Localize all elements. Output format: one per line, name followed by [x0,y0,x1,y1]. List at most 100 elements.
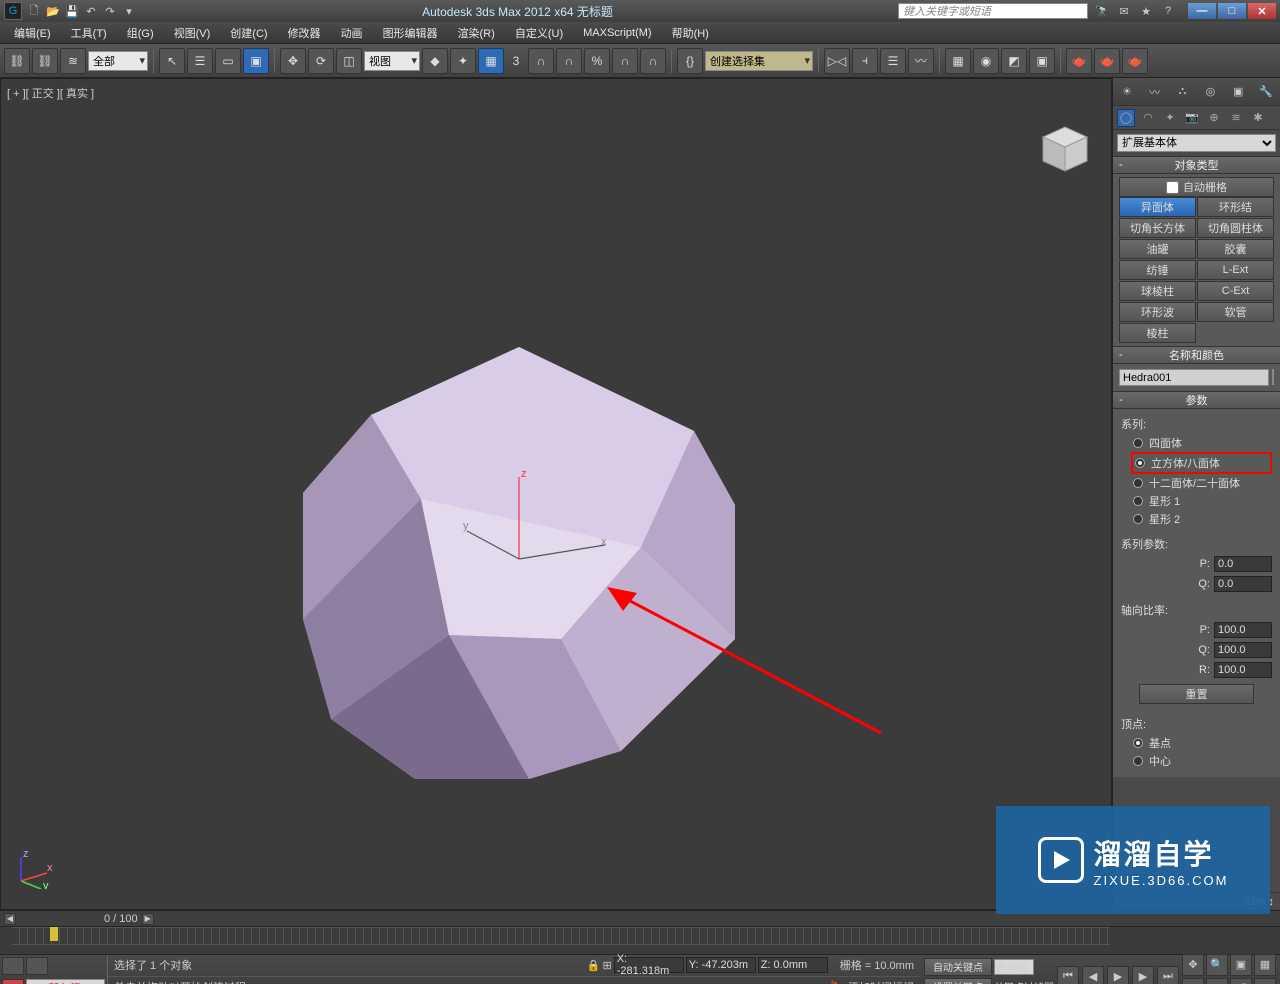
angle-snap-icon[interactable]: 3 [506,48,526,74]
p-spinner[interactable]: ▲▼ [1214,556,1272,572]
timeline-ticks[interactable] [12,927,1110,945]
qat-more-icon[interactable]: ▾ [121,3,137,19]
select-region-window-icon[interactable]: ▣ [243,48,269,74]
close-button[interactable]: ✕ [1248,3,1276,19]
hose-button[interactable]: 软管 [1197,302,1274,322]
select-manipulate-icon[interactable]: ✦ [450,48,476,74]
object-name-input[interactable] [1119,369,1269,386]
layers-icon[interactable]: ☰ [880,48,906,74]
play-next-icon[interactable]: ▶ [1132,966,1154,984]
menu-tools[interactable]: 工具(T) [61,22,117,43]
axq-spinner[interactable]: ▲▼ [1214,642,1272,658]
cameras-tab-icon[interactable]: 📷 [1183,109,1201,127]
gengon-button[interactable]: 球棱柱 [1119,281,1196,301]
snap-3-icon[interactable]: ∩ [612,48,638,74]
geometry-tab-icon[interactable]: ◯ [1117,109,1135,127]
category-dropdown[interactable]: 扩展基本体 [1117,134,1276,152]
menu-animation[interactable]: 动画 [331,22,373,43]
script-min-icon[interactable] [2,957,24,975]
rollout-header-parameters[interactable]: 参数 [1113,391,1280,409]
script-listener-icon[interactable] [26,957,48,975]
menu-maxscript[interactable]: MAXScript(M) [573,22,661,43]
menu-views[interactable]: 视图(V) [164,22,221,43]
family-dodec-icos-radio[interactable]: 十二面体/二十面体 [1121,474,1272,492]
axp-spinner[interactable]: ▲▼ [1214,622,1272,638]
time-prev-icon[interactable]: ◀ [4,913,16,925]
snap-toggle-icon[interactable]: ▦ [478,48,504,74]
coord-y-field[interactable]: Y: -47.203m [686,957,756,973]
spacewarps-tab-icon[interactable]: ≋ [1227,109,1245,127]
vertex-base-radio[interactable]: 基点 [1121,734,1272,752]
qat-open-icon[interactable]: 📂 [45,3,61,19]
axr-spinner[interactable]: ▲▼ [1214,662,1272,678]
coord-x-field[interactable]: X: -281.318m [614,957,684,973]
link-icon[interactable]: ⛓ [4,48,30,74]
select-icon[interactable]: ↖ [159,48,185,74]
play-end-icon[interactable]: ⏭ [1157,966,1179,984]
family-cube-octa-radio[interactable]: 立方体/八面体 [1133,454,1270,472]
coord-z-field[interactable]: Z: 0.0mm [758,957,828,973]
auto-grid-checkbox[interactable] [1166,181,1179,194]
menu-group[interactable]: 组(G) [117,22,164,43]
material-editor-icon[interactable]: ◉ [973,48,999,74]
hierarchy-icon[interactable]: ⛬ [1174,83,1192,101]
minimize-button[interactable]: — [1188,3,1216,19]
frame-indicator[interactable]: 0 / 100 [104,913,138,925]
script-rec-icon[interactable] [2,979,24,984]
prism-button[interactable]: 棱柱 [1119,323,1196,343]
unlink-icon[interactable]: ⛓ [32,48,58,74]
helpers-tab-icon[interactable]: ⊕ [1205,109,1223,127]
select-region-rect-icon[interactable]: ▭ [215,48,241,74]
shapes-tab-icon[interactable]: ◠ [1139,109,1157,127]
auto-grid-toggle[interactable]: 自动栅格 [1119,177,1274,197]
pivot-icon[interactable]: ◆ [422,48,448,74]
maximize-button[interactable]: □ [1218,3,1246,19]
hedra-button[interactable]: 异面体 [1119,197,1196,217]
display-icon[interactable]: ▣ [1229,83,1247,101]
nav-zoomext-icon[interactable]: ▦ [1254,954,1276,976]
help-search-input[interactable]: 键入关键字或短语 [898,3,1088,19]
star-icon[interactable]: ★ [1138,3,1154,19]
coord-toggle-icon[interactable]: ⊞ [603,959,612,972]
scale-icon[interactable]: ◫ [336,48,362,74]
qat-save-icon[interactable]: 💾 [64,3,80,19]
nav-orbit-icon[interactable]: ⟲ [1182,978,1204,984]
bind-spacewarp-icon[interactable]: ≋ [60,48,86,74]
family-star1-radio[interactable]: 星形 1 [1121,492,1272,510]
qat-redo-icon[interactable]: ↷ [102,3,118,19]
schematic-icon[interactable]: ▦ [945,48,971,74]
family-tetra-radio[interactable]: 四面体 [1121,434,1272,452]
lock-icon[interactable]: 🔒 [587,959,601,972]
render-iterative-icon[interactable]: 🫖 [1094,48,1120,74]
viewport-canvas[interactable]: z y x [1,79,1061,909]
chamfercyl-button[interactable]: 切角圆柱体 [1197,218,1274,238]
render-frame-icon[interactable]: ▣ [1029,48,1055,74]
named-sets-icon[interactable]: {} [677,48,703,74]
key-filter-label[interactable]: 关键点过滤器 [994,979,1054,984]
rotate-icon[interactable]: ⟳ [308,48,334,74]
menu-rendering[interactable]: 渲染(R) [448,22,505,43]
spindle-button[interactable]: 纺锤 [1119,260,1196,280]
reference-coord-combo[interactable]: 视图 [364,51,420,71]
app-logo[interactable]: G [4,2,22,20]
nav-roll-icon[interactable]: ⤢ [1230,978,1252,984]
add-time-tag[interactable]: 添加时间标记 [848,979,914,984]
menu-modifiers[interactable]: 修改器 [278,22,331,43]
ringwave-button[interactable]: 环形波 [1119,302,1196,322]
menu-create[interactable]: 创建(C) [220,22,277,43]
nav-pan-icon[interactable]: ✥ [1182,954,1204,976]
viewport[interactable]: [ + ][ 正交 ][ 真实 ] zyx [0,78,1112,910]
selection-set-combo[interactable]: 选定对 [994,959,1034,975]
move-icon[interactable]: ✥ [280,48,306,74]
q-spinner[interactable]: ▲▼ [1214,576,1272,592]
nav-dolly-icon[interactable]: ◉ [1206,978,1228,984]
qat-undo-icon[interactable]: ↶ [83,3,99,19]
menu-help[interactable]: 帮助(H) [662,22,719,43]
curve-icon[interactable]: 〰 [1146,83,1164,101]
mirror-icon[interactable]: ▷◁ [824,48,850,74]
systems-tab-icon[interactable]: ✱ [1249,109,1267,127]
play-prev-icon[interactable]: ◀ [1082,966,1104,984]
lext-button[interactable]: L-Ext [1197,260,1274,280]
oiltank-button[interactable]: 油罐 [1119,239,1196,259]
set-key-button[interactable]: 设置关键点 [924,978,992,984]
